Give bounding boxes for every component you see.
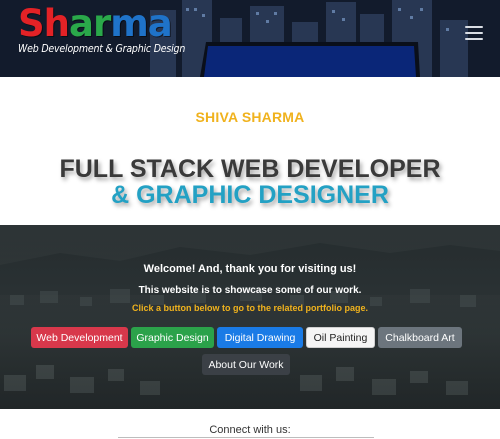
- menu-bar: [465, 26, 483, 28]
- graphic-design-button[interactable]: Graphic Design: [131, 327, 214, 348]
- logo-letter: h: [43, 2, 70, 45]
- digital-drawing-button[interactable]: Digital Drawing: [217, 327, 303, 348]
- hamburger-menu-icon[interactable]: [465, 26, 483, 40]
- logo-wordmark: Sharma: [18, 4, 185, 44]
- logo-letter: S: [18, 2, 45, 45]
- web-development-button[interactable]: Web Development: [31, 327, 128, 348]
- logo-letter: a: [69, 2, 94, 45]
- welcome-section: Welcome! And, thank you for visiting us!…: [0, 225, 500, 409]
- menu-bar: [465, 32, 483, 34]
- instruction-text: Click a button below to go to the relate…: [132, 303, 368, 313]
- logo-tagline: Web Development & Graphic Design: [18, 43, 186, 55]
- hero-section: SHIVA SHARMA FULL STACK WEB DEVELOPER & …: [0, 77, 500, 225]
- site-logo[interactable]: Sharma Web Development & Graphic Design: [18, 4, 186, 56]
- divider: [118, 437, 374, 438]
- headline-line-1: FULL STACK WEB DEVELOPER: [59, 155, 441, 183]
- contact-section: Connect with us:: [0, 409, 500, 439]
- chalkboard-art-button[interactable]: Chalkboard Art: [378, 327, 462, 348]
- logo-letter: a: [147, 2, 173, 45]
- owner-name: SHIVA SHARMA: [195, 109, 305, 125]
- logo-letter: r: [92, 2, 111, 45]
- site-header: Sharma Web Development & Graphic Design: [0, 0, 500, 77]
- oil-painting-button[interactable]: Oil Painting: [306, 327, 375, 348]
- welcome-message: Welcome! And, thank you for visiting us!: [143, 263, 357, 275]
- about-our-work-button[interactable]: About Our Work: [202, 354, 290, 375]
- headline-line-2: & GRAPHIC DESIGNER: [111, 181, 389, 209]
- connect-heading: Connect with us:: [209, 424, 291, 436]
- logo-letter: m: [110, 2, 149, 45]
- background-overlay: [0, 225, 500, 409]
- site-purpose-text: This website is to showcase some of our …: [138, 285, 362, 296]
- menu-bar: [465, 38, 483, 40]
